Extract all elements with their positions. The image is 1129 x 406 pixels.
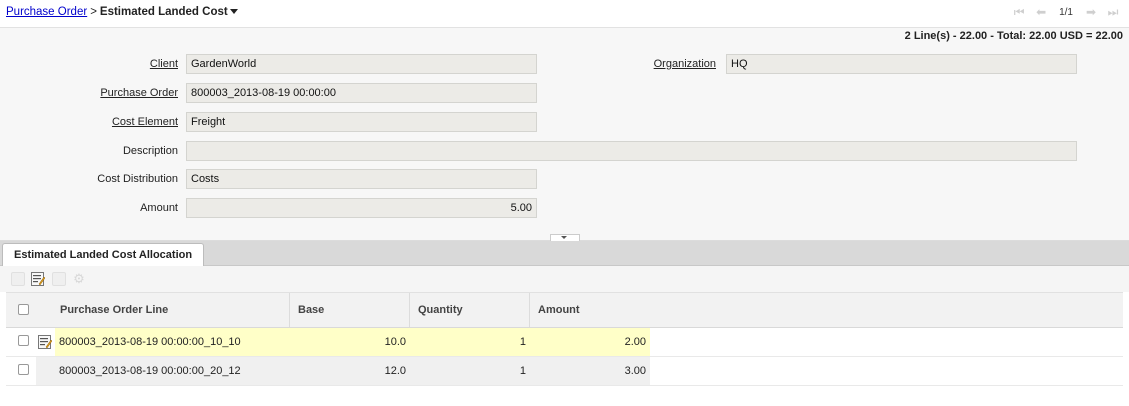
cell-po-line[interactable]: 800003_2013-08-19 00:00:00_10_10 (55, 328, 290, 356)
header-bar: Purchase Order > Estimated Landed Cost ⏮ ⬅… (0, 0, 1129, 28)
cell-amount[interactable]: 2.00 (530, 328, 650, 356)
collapse-toggle[interactable] (550, 234, 580, 241)
process-gear-icon[interactable]: ⚙ (72, 272, 86, 286)
edit-record-icon[interactable] (31, 272, 46, 286)
description-field[interactable] (186, 141, 1077, 161)
client-label[interactable]: Client (2, 58, 178, 70)
tab-estimated-landed-cost-allocation[interactable]: Estimated Landed Cost Allocation (2, 243, 205, 266)
chevron-down-icon[interactable] (229, 9, 238, 14)
cell-base[interactable]: 10.0 (290, 328, 410, 356)
cell-quantity[interactable]: 1 (410, 357, 530, 385)
grid-header: Purchase Order Line Base Quantity Amount (6, 292, 1123, 328)
organization-field[interactable]: HQ (726, 54, 1077, 74)
cell-base[interactable]: 12.0 (290, 357, 410, 385)
row-checkbox[interactable] (18, 335, 29, 346)
organization-label[interactable]: Organization (540, 58, 716, 70)
grid-toolbar: ⚙ (0, 266, 1129, 292)
table-row[interactable]: 800003_2013-08-19 00:00:00_10_10 10.0 1 … (6, 328, 1123, 357)
select-all-checkbox[interactable] (18, 304, 29, 315)
cell-po-line[interactable]: 800003_2013-08-19 00:00:00_20_12 (55, 357, 290, 385)
allocation-grid: Purchase Order Line Base Quantity Amount… (6, 292, 1123, 386)
delete-record-icon[interactable] (52, 272, 66, 286)
amount-label: Amount (140, 202, 178, 214)
row-checkbox[interactable] (18, 364, 29, 375)
new-record-icon[interactable] (11, 272, 25, 286)
next-record-icon[interactable]: ➡ (1083, 5, 1099, 19)
detail-form: 2 Line(s) - 22.00 - Total: 22.00 USD = 2… (0, 28, 1129, 241)
cost-element-field[interactable]: Freight (186, 112, 537, 132)
summary-total: 2 Line(s) - 22.00 - Total: 22.00 USD = 2… (904, 30, 1123, 42)
client-field[interactable]: GardenWorld (186, 54, 537, 74)
table-row[interactable]: 800003_2013-08-19 00:00:00_20_12 12.0 1 … (6, 357, 1123, 386)
amount-field[interactable]: 5.00 (186, 198, 537, 218)
row-edit-icon[interactable] (38, 335, 53, 349)
column-header-base[interactable]: Base (290, 293, 410, 327)
purchase-order-label[interactable]: Purchase Order (2, 87, 178, 99)
breadcrumb: Purchase Order > Estimated Landed Cost (6, 6, 238, 18)
cost-distribution-field[interactable]: Costs (186, 169, 537, 189)
column-header-amount[interactable]: Amount (530, 293, 1123, 327)
column-header-quantity[interactable]: Quantity (410, 293, 530, 327)
tab-strip: Estimated Landed Cost Allocation (0, 241, 1129, 266)
record-count: 1/1 (1059, 6, 1073, 18)
breadcrumb-current[interactable]: Estimated Landed Cost (100, 6, 228, 18)
cell-amount[interactable]: 3.00 (530, 357, 650, 385)
cost-element-label[interactable]: Cost Element (2, 116, 178, 128)
cost-distribution-label: Cost Distribution (97, 173, 178, 185)
cell-quantity[interactable]: 1 (410, 328, 530, 356)
breadcrumb-parent-link[interactable]: Purchase Order (6, 6, 87, 18)
last-record-icon[interactable]: ⏭ (1105, 5, 1121, 19)
purchase-order-field[interactable]: 800003_2013-08-19 00:00:00 (186, 83, 537, 103)
previous-record-icon[interactable]: ⬅ (1033, 5, 1049, 19)
record-navigation: ⏮ ⬅ 1/1 ➡ ⏭ (1011, 5, 1121, 20)
breadcrumb-separator: > (90, 6, 97, 18)
row-spacer (36, 357, 55, 385)
column-header-po-line[interactable]: Purchase Order Line (52, 293, 290, 327)
first-record-icon[interactable]: ⏮ (1011, 5, 1027, 19)
description-label: Description (122, 145, 178, 157)
